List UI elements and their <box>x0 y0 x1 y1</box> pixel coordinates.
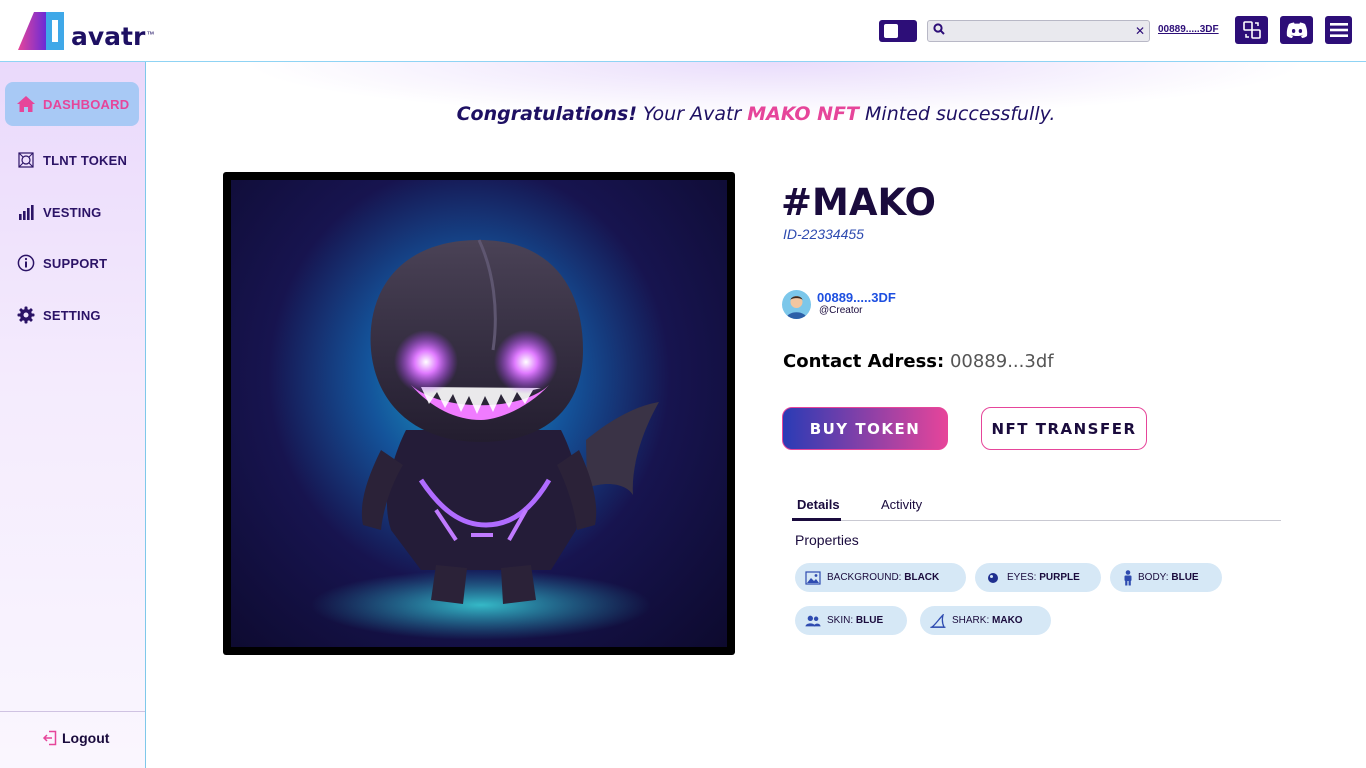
congrats-text-1: Your Avatr <box>637 103 748 125</box>
menu-button[interactable] <box>1325 16 1352 44</box>
discord-icon <box>1286 22 1307 38</box>
top-header: avatr ™ ✕ 00889.....3DF <box>0 0 1366 62</box>
search-icon <box>928 22 950 40</box>
toggle-knob <box>884 24 898 38</box>
sidebar-item-support[interactable]: SUPPORT <box>5 241 139 285</box>
property-key: BODY: <box>1138 572 1169 583</box>
sidebar-item-label: TLNT TOKEN <box>43 152 128 168</box>
sidebar-item-label: SUPPORT <box>43 255 108 271</box>
theme-toggle[interactable] <box>879 20 917 42</box>
property-key: SHARK: <box>952 615 990 626</box>
search-input[interactable] <box>950 22 1131 40</box>
tab-details[interactable]: Details <box>797 497 840 512</box>
bar-chart-icon <box>16 202 36 222</box>
sidebar-item-label: VESTING <box>43 204 102 220</box>
properties-heading: Properties <box>795 532 859 548</box>
image-icon <box>805 570 821 586</box>
property-key: BACKGROUND: <box>827 572 902 583</box>
gear-icon <box>16 305 36 325</box>
contact-address: Contact Adress: 00889...3df <box>783 351 1054 372</box>
sidebar-item-setting[interactable]: SETTING <box>5 293 139 337</box>
property-key: EYES: <box>1007 572 1037 583</box>
body-icon <box>1120 569 1136 586</box>
swap-button[interactable] <box>1235 16 1268 44</box>
info-icon <box>16 253 36 273</box>
property-value: BLUE <box>855 615 884 626</box>
property-chip-background: BACKGROUND: BLACK <box>795 563 966 592</box>
contact-label: Contact Adress: <box>783 351 945 372</box>
buy-token-button[interactable]: BUY TOKEN <box>782 407 948 450</box>
home-icon <box>16 94 36 114</box>
nft-artwork <box>231 180 727 647</box>
nft-title: #MAKO <box>781 181 936 224</box>
creator-address-link[interactable]: 00889.....3DF <box>817 290 896 305</box>
sidebar-item-vesting[interactable]: VESTING <box>5 190 139 234</box>
users-icon <box>805 613 821 629</box>
token-icon <box>16 150 36 170</box>
mint-success-message: Congratulations! Your Avatr MAKO NFT Min… <box>146 103 1366 125</box>
nft-transfer-button[interactable]: NFT TRANSFER <box>981 407 1147 450</box>
creator-avatar-icon <box>786 296 807 319</box>
property-value: BLACK <box>904 572 940 583</box>
logo-mark-icon <box>18 12 64 50</box>
fin-icon <box>930 613 946 629</box>
property-value: MAKO <box>992 615 1023 626</box>
sidebar-item-tlnt-token[interactable]: TLNT TOKEN <box>5 138 139 182</box>
avatar[interactable] <box>782 290 811 319</box>
property-chip-skin: SKIN: BLUE <box>795 606 907 635</box>
active-tab-indicator <box>792 518 841 521</box>
sidebar-item-label: SETTING <box>43 307 101 323</box>
brand-logo[interactable]: avatr ™ <box>16 12 154 50</box>
clear-icon[interactable]: ✕ <box>1131 24 1149 38</box>
sidebar: DASHBOARD TLNT TOKEN VESTING SUPPORT SET… <box>0 62 146 768</box>
property-value: BLUE <box>1171 572 1199 583</box>
wallet-address-link[interactable]: 00889.....3DF <box>1158 24 1219 35</box>
logout-icon <box>42 730 57 746</box>
nft-id: ID-22334455 <box>783 226 864 242</box>
property-value: PURPLE <box>1039 572 1080 583</box>
tabs-divider <box>792 520 1281 521</box>
property-key: SKIN: <box>827 615 854 626</box>
contact-value: 00889...3df <box>944 351 1054 372</box>
search-bar: ✕ <box>927 20 1150 42</box>
logout-label: Logout <box>62 730 110 746</box>
sidebar-divider <box>0 711 145 712</box>
hamburger-icon <box>1329 23 1348 37</box>
eye-icon <box>985 570 1001 586</box>
brand-tm: ™ <box>146 30 155 39</box>
property-chip-shark: SHARK: MAKO <box>920 606 1051 635</box>
congrats-lead: Congratulations! <box>456 103 637 125</box>
discord-button[interactable] <box>1280 16 1313 44</box>
congrats-highlight: MAKO NFT <box>747 103 859 125</box>
sidebar-item-label: DASHBOARD <box>43 96 130 112</box>
swap-icon <box>1242 21 1261 39</box>
property-chip-body: BODY: BLUE <box>1110 563 1222 592</box>
brand-name: avatr <box>71 22 146 51</box>
logout-button[interactable]: Logout <box>42 730 109 746</box>
sidebar-item-dashboard[interactable]: DASHBOARD <box>5 82 139 126</box>
congrats-text-2: Minted successfully. <box>859 103 1056 125</box>
property-chip-eyes: EYES: PURPLE <box>975 563 1101 592</box>
nft-image-frame <box>223 172 735 655</box>
creator-role: @Creator <box>819 305 863 316</box>
tab-activity[interactable]: Activity <box>881 497 922 512</box>
shark-character-illustration <box>311 239 659 640</box>
